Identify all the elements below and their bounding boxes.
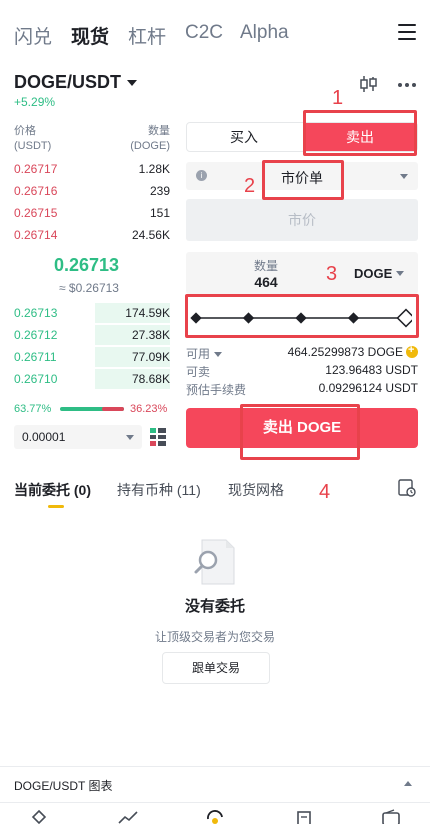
fee-row: 预估手续费 0.09296124 USDT: [186, 381, 418, 397]
available-row: 可用 464.25299873 DOGE: [186, 344, 418, 361]
caret-down-icon: [127, 80, 138, 87]
annotation-box-2: [262, 160, 344, 200]
caret-down-icon: [400, 174, 408, 179]
buy-ratio: 63.77%: [14, 403, 52, 415]
active-tab-indicator: [48, 505, 64, 508]
chart-drawer-label: DOGE/USDT 图表: [14, 779, 113, 793]
ask-row[interactable]: 0.26714 24.56K: [14, 224, 170, 246]
empty-document-search-icon: [194, 539, 235, 585]
hamburger-menu-icon[interactable]: [398, 24, 416, 40]
last-price: 0.26713: [54, 255, 120, 275]
quantity-field[interactable]: 数量 464 DOGE: [186, 252, 418, 294]
tab-spot[interactable]: 现货: [71, 22, 109, 49]
buy-tab[interactable]: 买入: [187, 123, 301, 151]
annotation-number-4: 4: [319, 481, 331, 503]
orderbook-layout-icon[interactable]: [150, 428, 166, 446]
tab-holdings[interactable]: 持有币种 (11): [117, 480, 201, 500]
caret-down-icon: [214, 352, 223, 358]
markets-icon[interactable]: [117, 809, 139, 824]
annotation-number-2: 2: [244, 175, 256, 197]
bid-row[interactable]: 0.26713 174.59K: [14, 302, 170, 324]
ratio-bar-sell: [102, 407, 124, 411]
annotation-number-1: 1: [332, 87, 344, 109]
sellable-row: 可卖 123.96483 USDT: [186, 363, 418, 379]
ob-price-header: 价格 (USDT): [14, 125, 52, 152]
trade-icon[interactable]: [204, 809, 226, 824]
tab-spot-grid[interactable]: 现货网格: [228, 480, 284, 500]
annotation-box-1: [303, 110, 417, 156]
annotation-box-3: [185, 294, 419, 338]
order-history-icon[interactable]: [398, 479, 416, 497]
top-nav: 闪兑 现货 杠杆 C2C Alpha: [0, 0, 430, 66]
tab-c2c[interactable]: C2C: [185, 22, 223, 44]
tab-alpha[interactable]: Alpha: [240, 22, 289, 44]
bottom-nav: [0, 802, 430, 824]
caret-down-icon: [396, 271, 404, 276]
quantity-value: 464: [254, 274, 278, 290]
precision-select[interactable]: 0.00001: [14, 425, 142, 449]
empty-state-subtitle: 让顶级交易者为您交易: [154, 630, 275, 644]
ask-row[interactable]: 0.26715 151: [14, 202, 170, 224]
quantity-unit-select[interactable]: DOGE: [354, 266, 392, 281]
caret-down-icon: [126, 435, 134, 440]
tab-convert[interactable]: 闪兑: [14, 22, 52, 49]
ask-row[interactable]: 0.26717 1.28K: [14, 158, 170, 180]
sell-ratio: 36.23%: [130, 403, 168, 415]
add-funds-icon[interactable]: [406, 344, 418, 358]
futures-icon[interactable]: [293, 809, 315, 824]
annotation-number-3: 3: [326, 263, 338, 285]
candlestick-chart-icon[interactable]: [358, 75, 378, 93]
last-price-usd: ≈ $0.26713: [59, 281, 119, 295]
pair-symbol: DOGE/USDT: [14, 72, 122, 92]
empty-state-title: 没有委托: [184, 598, 245, 615]
ask-row[interactable]: 0.26716 239: [14, 180, 170, 202]
home-icon[interactable]: [28, 809, 50, 824]
bid-row[interactable]: 0.26712 27.38K: [14, 324, 170, 346]
annotation-box-4: [240, 404, 360, 460]
copy-trading-button[interactable]: 跟单交易: [162, 652, 270, 684]
more-dots-icon[interactable]: [397, 82, 417, 88]
ob-qty-header: 数量 (DOGE): [130, 125, 170, 152]
wallet-icon[interactable]: [380, 809, 402, 824]
pair-selector[interactable]: DOGE/USDT: [14, 72, 138, 93]
caret-up-icon: [404, 781, 412, 786]
market-price-field: 市价: [186, 199, 418, 241]
bid-row[interactable]: 0.26710 78.68K: [14, 368, 170, 390]
tab-margin[interactable]: 杠杆: [128, 22, 166, 49]
price-change: +5.29%: [14, 95, 56, 109]
chart-drawer[interactable]: DOGE/USDT 图表: [0, 766, 430, 802]
bid-row[interactable]: 0.26711 77.09K: [14, 346, 170, 368]
tab-open-orders[interactable]: 当前委托 (0): [14, 480, 91, 500]
